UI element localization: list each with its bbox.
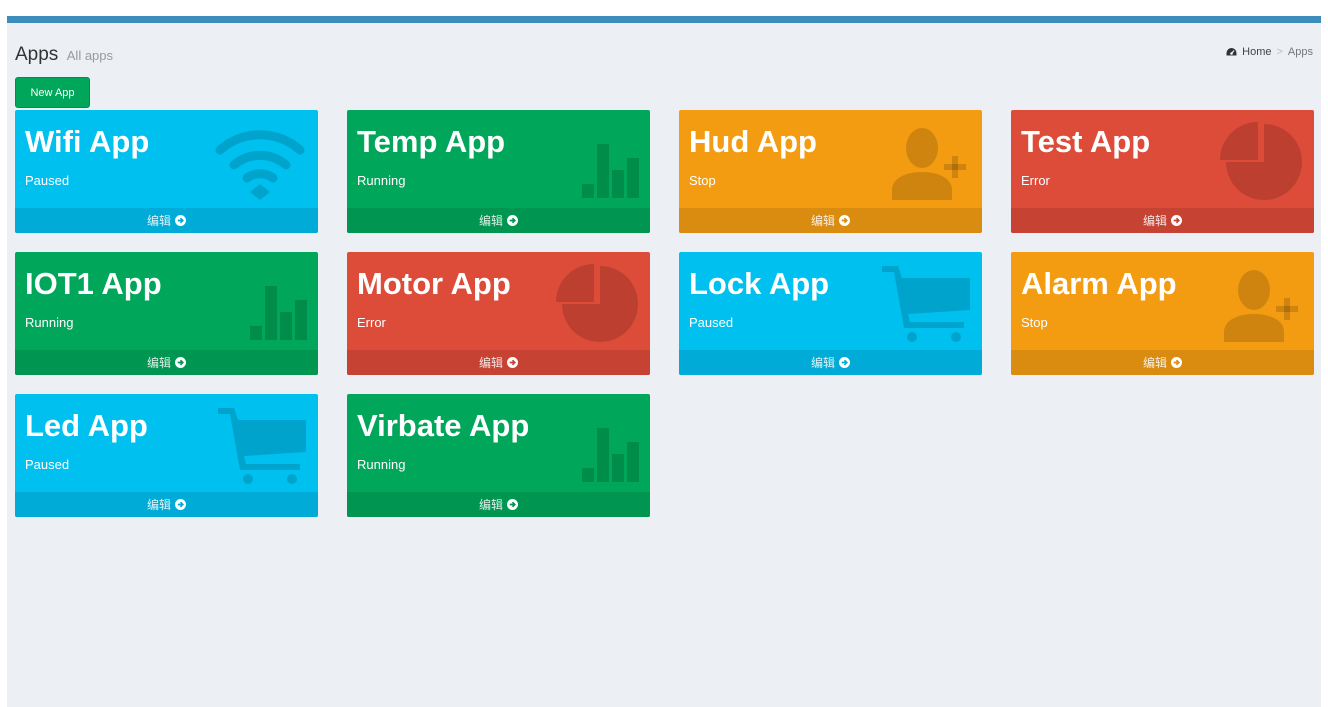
app-name: Virbate App: [357, 408, 530, 443]
app-name: Alarm App: [1021, 266, 1177, 301]
edit-label: 编辑: [146, 356, 171, 370]
pie-chart-icon: [556, 264, 638, 342]
app-status: Stop: [1021, 315, 1048, 330]
app-name: Led App: [25, 408, 148, 443]
new-app-button[interactable]: New App: [15, 77, 90, 108]
arrow-circle-right-icon: [1171, 357, 1182, 368]
shopping-cart-icon: [218, 408, 306, 484]
edit-link[interactable]: 编辑: [15, 350, 318, 375]
breadcrumb-current: Apps: [1287, 46, 1313, 58]
edit-link[interactable]: 编辑: [679, 208, 982, 233]
app-status: Paused: [25, 173, 70, 188]
app-card: Wifi App Paused 编辑: [15, 110, 318, 233]
app-status: Stop: [689, 173, 716, 188]
edit-link[interactable]: 编辑: [347, 350, 650, 375]
top-bar: [7, 16, 1321, 23]
arrow-circle-right-icon: [1171, 215, 1182, 226]
edit-link[interactable]: 编辑: [1011, 350, 1314, 375]
page-subtitle: All apps: [66, 48, 114, 63]
app-card: Hud App Stop 编辑: [679, 110, 982, 233]
bar-chart-icon: [582, 428, 639, 482]
app-status: Running: [357, 457, 406, 472]
app-status: Paused: [689, 315, 734, 330]
app-card: Motor App Error 编辑: [347, 252, 650, 375]
app-card: Alarm App Stop 编辑: [1011, 252, 1314, 375]
edit-label: 编辑: [1142, 214, 1167, 228]
arrow-circle-right-icon: [839, 357, 850, 368]
edit-label: 编辑: [810, 214, 835, 228]
arrow-circle-right-icon: [175, 499, 186, 510]
shopping-cart-icon: [882, 266, 970, 342]
app-name: Hud App: [689, 124, 817, 159]
app-name: Wifi App: [25, 124, 150, 159]
edit-label: 编辑: [146, 214, 171, 228]
edit-label: 编辑: [810, 356, 835, 370]
arrow-circle-right-icon: [175, 215, 186, 226]
bar-chart-icon: [582, 144, 639, 198]
content-wrapper: Apps All apps Home > Apps New App Wifi A…: [7, 16, 1321, 707]
app-card: Temp App Running 编辑: [347, 110, 650, 233]
app-status: Running: [357, 173, 406, 188]
arrow-circle-right-icon: [507, 215, 518, 226]
wifi-icon: [215, 130, 305, 200]
app-card: Test App Error 编辑: [1011, 110, 1314, 233]
app-name: Lock App: [689, 266, 830, 301]
breadcrumb-home[interactable]: Home: [1242, 46, 1271, 58]
app-name: Motor App: [357, 266, 511, 301]
arrow-circle-right-icon: [839, 215, 850, 226]
edit-link[interactable]: 编辑: [15, 208, 318, 233]
page-header: Apps All apps: [15, 44, 113, 66]
app-status: Paused: [25, 457, 70, 472]
edit-link[interactable]: 编辑: [679, 350, 982, 375]
user-plus-icon: [892, 128, 966, 200]
arrow-circle-right-icon: [507, 357, 518, 368]
edit-label: 编辑: [478, 498, 503, 512]
app-status: Error: [1021, 173, 1050, 188]
page-title: Apps: [15, 44, 59, 65]
dashboard-icon: [1226, 48, 1237, 56]
app-status: Error: [357, 315, 386, 330]
bar-chart-icon: [250, 286, 307, 340]
edit-link[interactable]: 编辑: [1011, 208, 1314, 233]
edit-link[interactable]: 编辑: [347, 492, 650, 517]
edit-link[interactable]: 编辑: [15, 492, 318, 517]
user-plus-icon: [1224, 270, 1298, 342]
edit-label: 编辑: [478, 356, 503, 370]
arrow-circle-right-icon: [507, 499, 518, 510]
app-name: Temp App: [357, 124, 506, 159]
edit-label: 编辑: [478, 214, 503, 228]
edit-label: 编辑: [146, 498, 171, 512]
pie-chart-icon: [1220, 122, 1302, 200]
app-card: Virbate App Running 编辑: [347, 394, 650, 517]
app-name: IOT1 App: [25, 266, 162, 301]
edit-link[interactable]: 编辑: [347, 208, 650, 233]
app-status: Running: [25, 315, 74, 330]
app-card: Led App Paused 编辑: [15, 394, 318, 517]
app-name: Test App: [1021, 124, 1151, 159]
app-card: Lock App Paused 编辑: [679, 252, 982, 375]
arrow-circle-right-icon: [175, 357, 186, 368]
edit-label: 编辑: [1142, 356, 1167, 370]
app-card: IOT1 App Running 编辑: [15, 252, 318, 375]
breadcrumb: Home > Apps: [1226, 46, 1313, 58]
breadcrumb-separator: >: [1276, 46, 1283, 58]
